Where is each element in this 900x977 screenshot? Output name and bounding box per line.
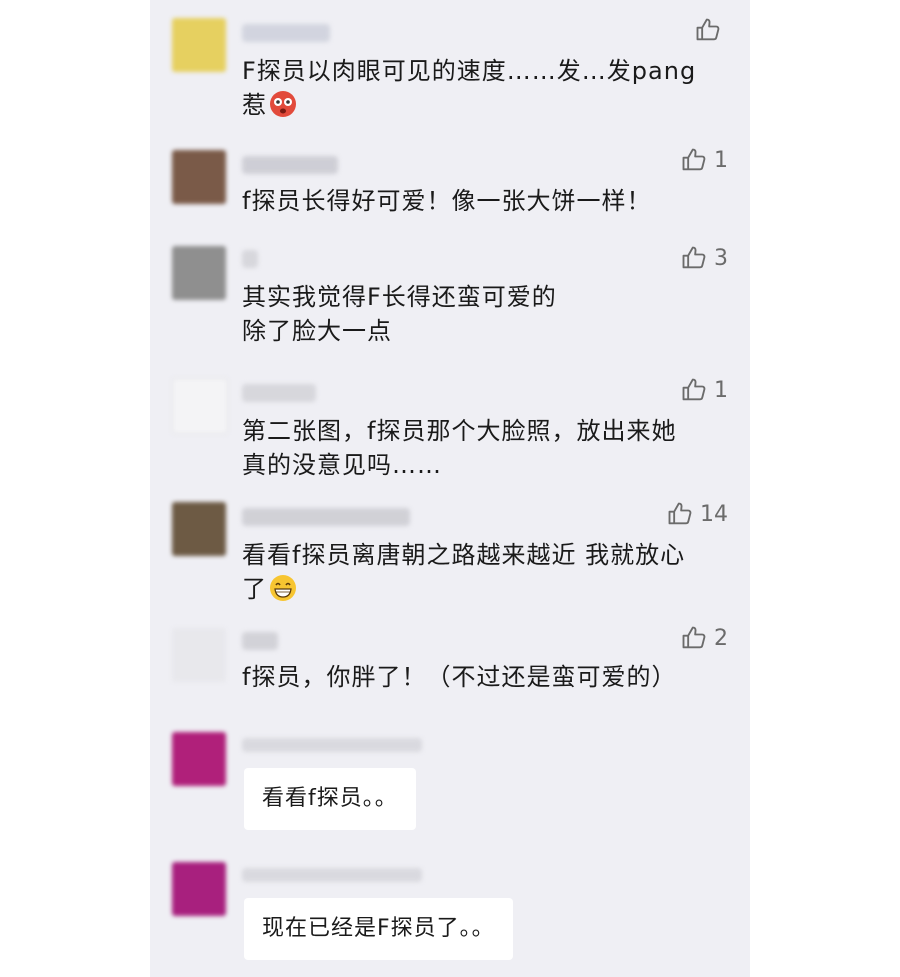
comment-text-line-2: 惹: [242, 88, 722, 122]
username-blurred[interactable]: [242, 508, 410, 526]
username-blurred[interactable]: [242, 868, 422, 882]
username-blurred[interactable]: [242, 632, 278, 650]
comment-text-line-2: 了: [242, 572, 722, 606]
thumbs-up-icon: [682, 626, 706, 649]
like-button[interactable]: [694, 16, 728, 44]
comment-text: f探员长得好可爱！像一张大饼一样！: [242, 184, 722, 218]
thumbs-up-icon: [696, 18, 720, 41]
avatar[interactable]: [172, 862, 226, 916]
dizzy-face-emoji-icon: [270, 91, 296, 117]
comment-text-line: f探员，你胖了！（不过还是蛮可爱的）: [242, 663, 677, 691]
avatar[interactable]: [172, 378, 228, 434]
avatar[interactable]: [172, 18, 226, 72]
username-blurred[interactable]: [242, 250, 258, 268]
avatar[interactable]: [172, 628, 226, 682]
comment-text: 看看f探员离唐朝之路越来越近 我就放心 了: [242, 538, 722, 606]
like-button[interactable]: 14: [666, 500, 728, 528]
comment-text-line: f探员长得好可爱！像一张大饼一样！: [242, 187, 652, 215]
like-count: 1: [714, 377, 728, 403]
avatar[interactable]: [172, 246, 226, 300]
comment-text-line-2: 除了脸大一点: [242, 317, 392, 345]
reply-bubble: 现在已经是F探员了。。: [244, 898, 513, 960]
like-count: 14: [700, 501, 728, 527]
like-button[interactable]: 1: [680, 146, 728, 174]
thumbs-up-icon: [668, 502, 692, 525]
comment-text-line-2-text: 惹: [242, 91, 267, 119]
comment-text: F探员以肉眼可见的速度……发…发pang 惹: [242, 54, 722, 122]
like-button[interactable]: 3: [680, 244, 728, 272]
like-button[interactable]: 2: [680, 624, 728, 652]
username-blurred[interactable]: [242, 24, 330, 42]
avatar[interactable]: [172, 732, 226, 786]
like-count: 1: [714, 147, 728, 173]
comment-text-line-2-text: 了: [242, 575, 267, 603]
comments-panel: F探员以肉眼可见的速度……发…发pang 惹 1 f探员长得好可爱！像一张大饼一…: [150, 0, 750, 977]
comment-text: f探员，你胖了！（不过还是蛮可爱的）: [242, 660, 722, 694]
like-count: 3: [714, 245, 728, 271]
username-blurred[interactable]: [242, 738, 422, 752]
username-blurred[interactable]: [242, 384, 316, 402]
comment-text: 其实我觉得F长得还蛮可爱的 除了脸大一点: [242, 280, 722, 348]
comment-text-line: 第二张图，f探员那个大脸照，放出来她: [242, 417, 677, 445]
avatar[interactable]: [172, 150, 226, 204]
reply-bubble: 看看f探员。。: [244, 768, 416, 830]
thumbs-up-icon: [682, 378, 706, 401]
comment-text-line: F探员以肉眼可见的速度……发…发pang: [242, 57, 697, 85]
like-count: 2: [714, 625, 728, 651]
thumbs-up-icon: [682, 246, 706, 269]
comment-text-line: 看看f探员离唐朝之路越来越近 我就放心: [242, 541, 686, 569]
comment-text-line-2: 真的没意见吗……: [242, 451, 442, 479]
username-blurred[interactable]: [242, 156, 338, 174]
thumbs-up-icon: [682, 148, 706, 171]
avatar[interactable]: [172, 502, 226, 556]
like-button[interactable]: 1: [680, 376, 728, 404]
comment-text-line: 其实我觉得F长得还蛮可爱的: [242, 283, 557, 311]
comment-text: 第二张图，f探员那个大脸照，放出来她 真的没意见吗……: [242, 414, 722, 482]
grinning-face-emoji-icon: [270, 575, 296, 601]
